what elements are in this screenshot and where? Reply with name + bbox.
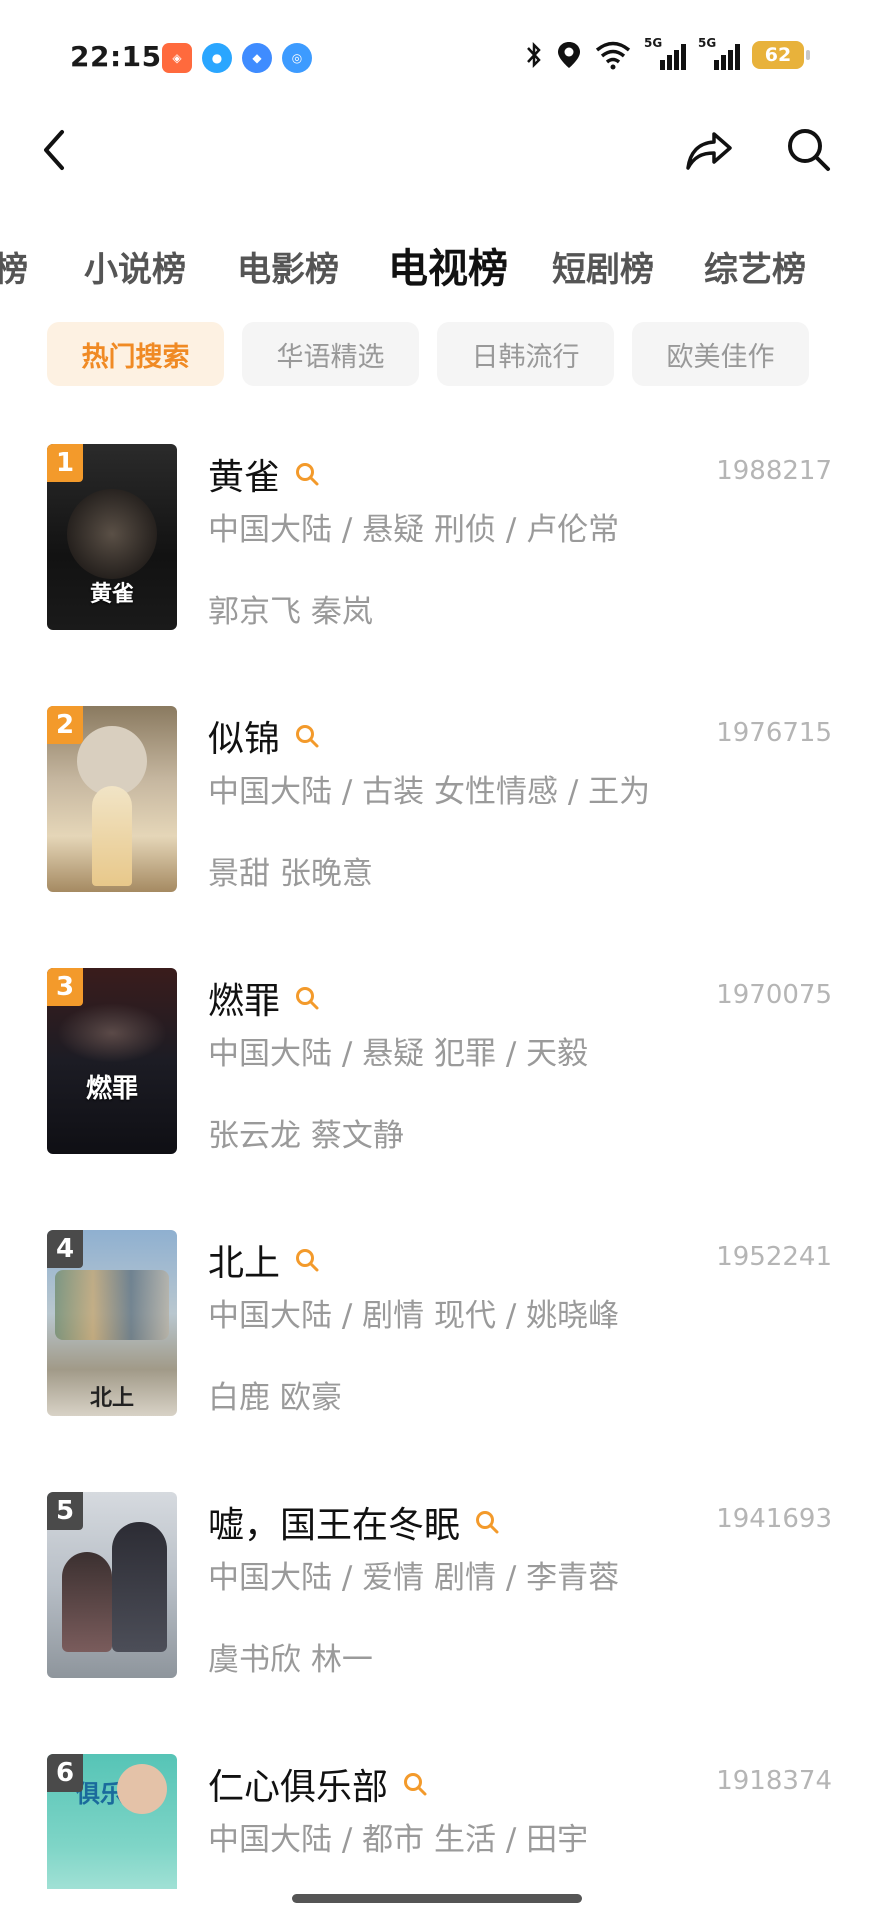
poster-image[interactable]: 2	[47, 706, 177, 892]
poster-image[interactable]: 黄雀 1	[47, 444, 177, 630]
title-search-button[interactable]	[294, 460, 322, 488]
item-cast: 白鹿 欧豪	[208, 1380, 342, 1416]
title-search-button[interactable]	[474, 1508, 502, 1536]
poster-image[interactable]: 俱乐部 6	[47, 1754, 177, 1889]
tab-tv[interactable]: 电视榜	[388, 236, 508, 294]
item-title[interactable]: 黄雀	[208, 448, 280, 500]
hot-score: 1941693	[716, 1504, 832, 1534]
item-meta: 中国大陆 / 悬疑 刑侦 / 卢伦常	[208, 512, 620, 548]
item-meta: 中国大陆 / 都市 生活 / 田宇	[208, 1822, 589, 1858]
notification-icons: ◈ ● ◆ ◎	[162, 43, 312, 73]
back-icon	[44, 130, 64, 170]
search-app-icon: ◎	[282, 43, 312, 73]
title-search-button[interactable]	[294, 984, 322, 1012]
title-line: 仁心俱乐部	[208, 1758, 430, 1810]
title-search-icon	[296, 725, 319, 748]
title-search-icon	[404, 1773, 427, 1796]
item-cast: 景甜 张晚意	[208, 856, 373, 892]
network-type-label: 5G	[644, 36, 663, 50]
item-cast: 郭京飞 秦岚	[208, 594, 373, 630]
title-search-button[interactable]	[294, 1246, 322, 1274]
hot-score: 1970075	[716, 980, 832, 1010]
rank-badge: 2	[47, 706, 83, 744]
item-title[interactable]: 北上	[208, 1234, 280, 1286]
search-icon	[788, 129, 830, 171]
home-indicator[interactable]	[292, 1894, 582, 1903]
item-meta: 中国大陆 / 剧情 现代 / 姚晓峰	[208, 1298, 620, 1334]
rank-badge: 3	[47, 968, 83, 1006]
title-line: 黄雀	[208, 448, 322, 500]
subtab-chinese[interactable]: 华语精选	[242, 322, 419, 386]
hot-score: 1988217	[716, 456, 832, 486]
title-line: 北上	[208, 1234, 322, 1286]
title-search-button[interactable]	[402, 1770, 430, 1798]
cellular-signal-2-icon: 5G	[698, 36, 740, 70]
poster-title: 北上	[89, 1386, 134, 1411]
qq-app-icon: ●	[202, 43, 232, 73]
list-item[interactable]: 2 似锦 1976715 中国大陆 / 古装 女性情感 / 王为 景甜 张晚意	[0, 706, 874, 892]
network-type-label: 5G	[698, 36, 717, 50]
item-meta: 中国大陆 / 爱情 剧情 / 李青蓉	[208, 1560, 620, 1596]
item-cast: 虞书欣 林一	[208, 1642, 373, 1678]
item-title[interactable]: 嘘，国王在冬眠	[208, 1496, 460, 1548]
list-item[interactable]: 俱乐部 6 仁心俱乐部 1918374 中国大陆 / 都市 生活 / 田宇	[0, 1754, 874, 1889]
battery-indicator: 62	[752, 41, 810, 69]
browser-app-icon: ◆	[242, 43, 272, 73]
search-button[interactable]	[782, 120, 836, 180]
status-indicators: 5G 5G 62	[524, 36, 810, 70]
list-item[interactable]: 北上 4 北上 1952241 中国大陆 / 剧情 现代 / 姚晓峰 白鹿 欧豪	[0, 1230, 874, 1416]
tab-previous[interactable]: 榜	[0, 242, 28, 291]
item-title[interactable]: 燃罪	[208, 972, 280, 1024]
tab-short-drama[interactable]: 短剧榜	[552, 242, 654, 291]
rank-badge: 4	[47, 1230, 83, 1268]
list-item[interactable]: 黄雀 1 黄雀 1988217 中国大陆 / 悬疑 刑侦 / 卢伦常 郭京飞 秦…	[0, 444, 874, 630]
title-search-icon	[476, 1511, 499, 1534]
title-search-icon	[296, 1249, 319, 1272]
item-title[interactable]: 仁心俱乐部	[208, 1758, 388, 1810]
poster-image[interactable]: 燃罪 3	[47, 968, 177, 1154]
rank-badge: 6	[47, 1754, 83, 1792]
subtab-japan-korea[interactable]: 日韩流行	[437, 322, 614, 386]
category-tabs: 榜 小说榜 电影榜 电视榜 短剧榜 综艺榜	[0, 228, 874, 298]
back-button[interactable]	[32, 120, 76, 180]
rank-badge: 1	[47, 444, 83, 482]
cellular-signal-1-icon: 5G	[644, 36, 686, 70]
title-search-icon	[296, 463, 319, 486]
poster-title: 燃罪	[85, 1074, 138, 1104]
share-button[interactable]	[682, 120, 736, 180]
wifi-icon	[595, 41, 631, 70]
poster-image[interactable]: 北上 4	[47, 1230, 177, 1416]
tab-movie[interactable]: 电影榜	[237, 242, 339, 291]
subtab-hot-search[interactable]: 热门搜索	[47, 322, 224, 386]
title-search-button[interactable]	[294, 722, 322, 750]
hot-score: 1918374	[716, 1766, 832, 1796]
item-meta: 中国大陆 / 悬疑 犯罪 / 天毅	[208, 1036, 589, 1072]
share-icon	[686, 132, 732, 170]
hot-score: 1952241	[716, 1242, 832, 1272]
sub-tabs: 热门搜索 华语精选 日韩流行 欧美佳作	[47, 322, 809, 386]
item-title[interactable]: 似锦	[208, 710, 280, 762]
rank-badge: 5	[47, 1492, 83, 1530]
tab-variety[interactable]: 综艺榜	[704, 242, 806, 291]
list-item[interactable]: 燃罪 3 燃罪 1970075 中国大陆 / 悬疑 犯罪 / 天毅 张云龙 蔡文…	[0, 968, 874, 1154]
location-icon	[558, 42, 580, 68]
status-time: 22:15	[70, 40, 162, 73]
title-search-icon	[296, 987, 319, 1010]
title-line: 似锦	[208, 710, 322, 762]
tab-novel[interactable]: 小说榜	[84, 242, 186, 291]
nav-bar	[0, 110, 874, 230]
shopping-app-icon: ◈	[162, 43, 192, 73]
status-bar: 22:15 ◈ ● ◆ ◎ 5G 5G 62	[0, 0, 874, 110]
poster-title: 黄雀	[89, 582, 134, 607]
title-line: 嘘，国王在冬眠	[208, 1496, 502, 1548]
item-cast: 张云龙 蔡文静	[208, 1118, 404, 1154]
poster-image[interactable]: 5	[47, 1492, 177, 1678]
title-line: 燃罪	[208, 972, 322, 1024]
subtab-western[interactable]: 欧美佳作	[632, 322, 809, 386]
bluetooth-icon	[527, 41, 541, 69]
hot-score: 1976715	[716, 718, 832, 748]
item-meta: 中国大陆 / 古装 女性情感 / 王为	[208, 774, 651, 810]
list-item[interactable]: 5 嘘，国王在冬眠 1941693 中国大陆 / 爱情 剧情 / 李青蓉 虞书欣…	[0, 1492, 874, 1678]
